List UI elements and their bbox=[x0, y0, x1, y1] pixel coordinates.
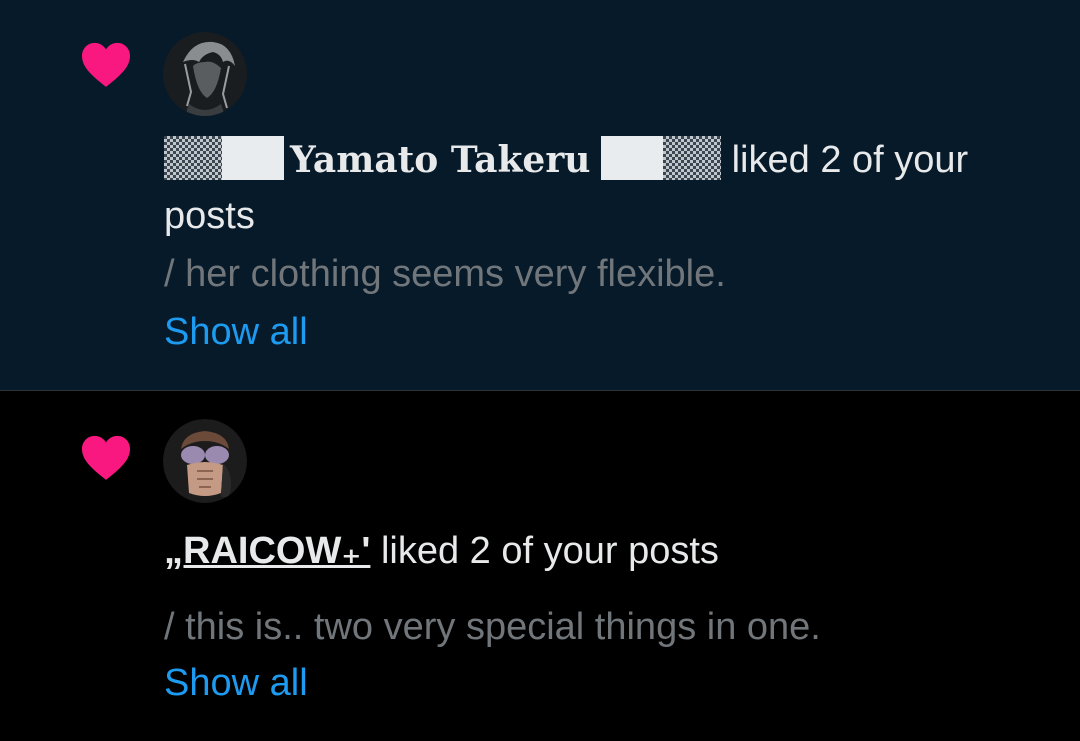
display-name[interactable]: Yamato Takeru bbox=[290, 139, 590, 181]
heart-icon bbox=[82, 42, 130, 87]
notification-item[interactable]: Yamato Takeru liked 2 of your posts / he… bbox=[0, 0, 1080, 391]
notification-text: „RAICOW₊' liked 2 of your posts / this i… bbox=[164, 523, 1020, 711]
name-decoration bbox=[164, 136, 222, 180]
heart-icon bbox=[82, 435, 130, 480]
name-decoration bbox=[601, 136, 664, 180]
post-preview[interactable]: / this is.. two very special things in o… bbox=[164, 599, 1020, 655]
name-decoration bbox=[222, 136, 284, 180]
name-decoration bbox=[663, 136, 722, 180]
notification-item[interactable]: „RAICOW₊' liked 2 of your posts / this i… bbox=[0, 391, 1080, 741]
avatar[interactable] bbox=[163, 32, 247, 116]
show-all-link[interactable]: Show all bbox=[164, 655, 1020, 711]
post-preview[interactable]: / her clothing seems very flexible. bbox=[164, 246, 1020, 302]
display-name[interactable]: „RAICOW₊' bbox=[164, 530, 370, 572]
action-text: liked 2 of your posts bbox=[370, 530, 719, 572]
notifications-feed: Yamato Takeru liked 2 of your posts / he… bbox=[0, 0, 1080, 741]
notification-headline: „RAICOW₊' liked 2 of your posts bbox=[164, 523, 1020, 579]
avatar[interactable] bbox=[163, 419, 247, 503]
notification-headline: Yamato Takeru liked 2 of your posts bbox=[164, 132, 1020, 244]
notification-text: Yamato Takeru liked 2 of your posts / he… bbox=[164, 132, 1020, 360]
show-all-link[interactable]: Show all bbox=[164, 304, 1020, 360]
